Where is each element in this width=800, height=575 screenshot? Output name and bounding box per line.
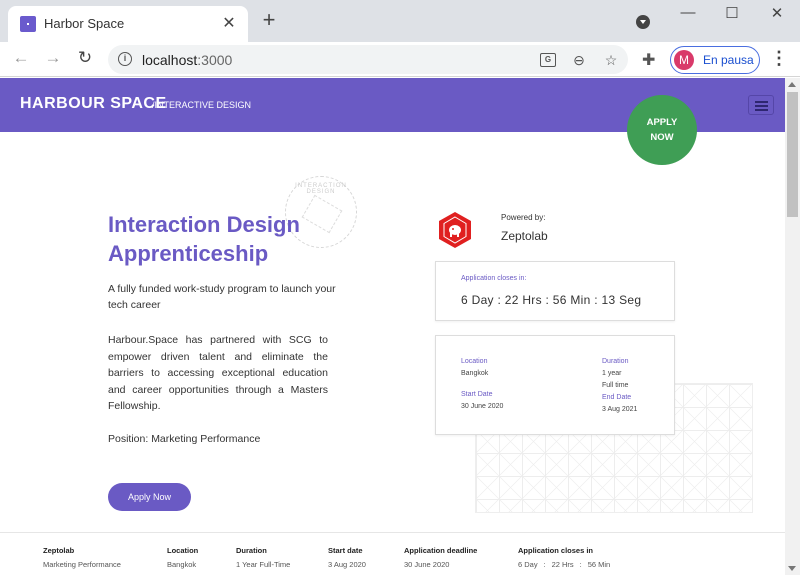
new-tab-button[interactable]: + (258, 9, 280, 31)
summary-duration-label: Duration (236, 546, 267, 555)
tab-search-icon[interactable] (636, 15, 650, 29)
summary-closes-min: 56 Min (587, 560, 611, 569)
countdown-card: Application closes in: 6 Day : 22 Hrs : … (435, 261, 675, 321)
apply-badge-line1: APPLY (646, 117, 678, 128)
summary-location-value: Bangkok (167, 560, 197, 569)
scroll-up-icon[interactable] (788, 82, 796, 87)
extensions-icon[interactable]: ✚ (642, 50, 655, 70)
summary-closes-value: 6 Day:22 Hrs:56 Min (518, 560, 611, 569)
hamburger-menu-icon[interactable] (748, 95, 774, 115)
powered-by-label: Powered by: (501, 213, 546, 222)
location-label: Location (461, 358, 488, 365)
summary-company: Zeptolab Marketing Performance (43, 546, 121, 569)
summary-deadline: Application deadline 30 June 2020 (404, 546, 477, 569)
scroll-down-icon[interactable] (788, 566, 796, 571)
summary-location: Location Bangkok (167, 546, 198, 569)
apply-now-button[interactable]: Apply Now (108, 483, 191, 511)
summary-bar: Zeptolab Marketing Performance Location … (0, 532, 785, 575)
info-icon[interactable]: i (118, 52, 132, 66)
end-date-label: End Date (602, 394, 632, 401)
forward-arrow-icon[interactable]: → (42, 48, 64, 68)
summary-start-value: 3 Aug 2020 (328, 560, 366, 569)
summary-closes: Application closes in 6 Day:22 Hrs:56 Mi… (518, 546, 610, 569)
summary-start: Start date 3 Aug 2020 (328, 546, 366, 569)
hero-description: Harbour.Space has partnered with SCG to … (108, 334, 328, 412)
summary-duration: Duration 1 Year Full-Time (236, 546, 290, 569)
start-date-label: Start Date (461, 391, 493, 398)
duration-value-2: Full time (602, 382, 629, 389)
url-host: localhost (142, 52, 198, 68)
back-arrow-icon[interactable]: ← (10, 48, 32, 68)
url-port: :3000 (197, 52, 233, 68)
summary-company-position: Marketing Performance (43, 560, 121, 569)
browser-tab[interactable]: Harbor Space ✕ (8, 6, 248, 42)
tab-close-icon[interactable]: ✕ (220, 13, 238, 33)
location-value: Bangkok (461, 370, 489, 377)
position-text: Position: Marketing Performance (108, 433, 261, 445)
summary-closes-days: 6 Day (518, 560, 538, 569)
stamp-text: INTERACTION DESIGN (295, 183, 347, 195)
site-favicon-icon (20, 16, 36, 32)
summary-company-name: Zeptolab (43, 546, 75, 555)
start-date-value: 30 June 2020 (461, 403, 504, 410)
maximize-button[interactable]: ☐ (720, 4, 744, 22)
address-bar[interactable]: i localhost:3000 G ⊖ ☆ (108, 45, 628, 74)
page-scrollbar[interactable] (785, 78, 800, 575)
summary-start-label: Start date (328, 546, 363, 555)
avatar: M (674, 50, 694, 70)
summary-closes-label: Application closes in (518, 546, 594, 555)
summary-location-label: Location (167, 546, 199, 555)
duration-label: Duration (602, 358, 629, 365)
apply-now-badge[interactable]: APPLY NOW (627, 95, 697, 165)
summary-duration-value: 1 Year Full-Time (236, 560, 291, 569)
url-text[interactable]: localhost:3000 (142, 52, 232, 68)
summary-deadline-label: Application deadline (404, 546, 478, 555)
apply-badge-line2: NOW (650, 132, 674, 143)
window-close-button[interactable]: ✕ (765, 4, 789, 22)
tab-title: Harbor Space (44, 16, 125, 31)
translate-icon[interactable]: G (540, 53, 556, 67)
star-icon[interactable]: ☆ (602, 52, 620, 69)
page-title: Interaction Design Apprenticeship (108, 212, 300, 266)
brand-section: /INTERACTIVE DESIGN (152, 100, 252, 110)
page-viewport: HARBOUR SPACE /INTERACTIVE DESIGN APPLY … (0, 78, 785, 575)
program-details-card: Location Bangkok Start Date 30 June 2020… (435, 335, 675, 435)
profile-status: En pausa (703, 53, 754, 67)
browser-toolbar: ← → ↻ i localhost:3000 G ⊖ ☆ ✚ M En paus… (0, 42, 800, 77)
scrollbar-thumb[interactable] (787, 92, 798, 217)
duration-value-1: 1 year (602, 370, 622, 377)
partner-name: Zeptolab (501, 229, 548, 243)
countdown-value: 6 Day : 22 Hrs : 56 Min : 13 Seg (461, 293, 642, 307)
countdown-label: Application closes in: (461, 275, 527, 282)
end-date-value: 3 Aug 2021 (602, 406, 638, 413)
reload-icon[interactable]: ↻ (74, 48, 96, 68)
zoom-out-icon[interactable]: ⊖ (570, 52, 588, 69)
browser-tab-bar: Harbor Space ✕ + — ☐ ✕ (0, 0, 800, 42)
hero-subtitle: A fully funded work-study program to lau… (108, 283, 336, 311)
zeptolab-logo-icon (439, 212, 471, 248)
profile-button[interactable]: M En pausa (670, 46, 760, 74)
summary-deadline-value: 30 June 2020 (404, 560, 450, 569)
brand-logo[interactable]: HARBOUR SPACE (20, 95, 167, 113)
minimize-button[interactable]: — (676, 4, 700, 21)
more-menu-icon[interactable]: ⋮ (770, 48, 788, 69)
summary-closes-hrs: 22 Hrs (551, 560, 574, 569)
